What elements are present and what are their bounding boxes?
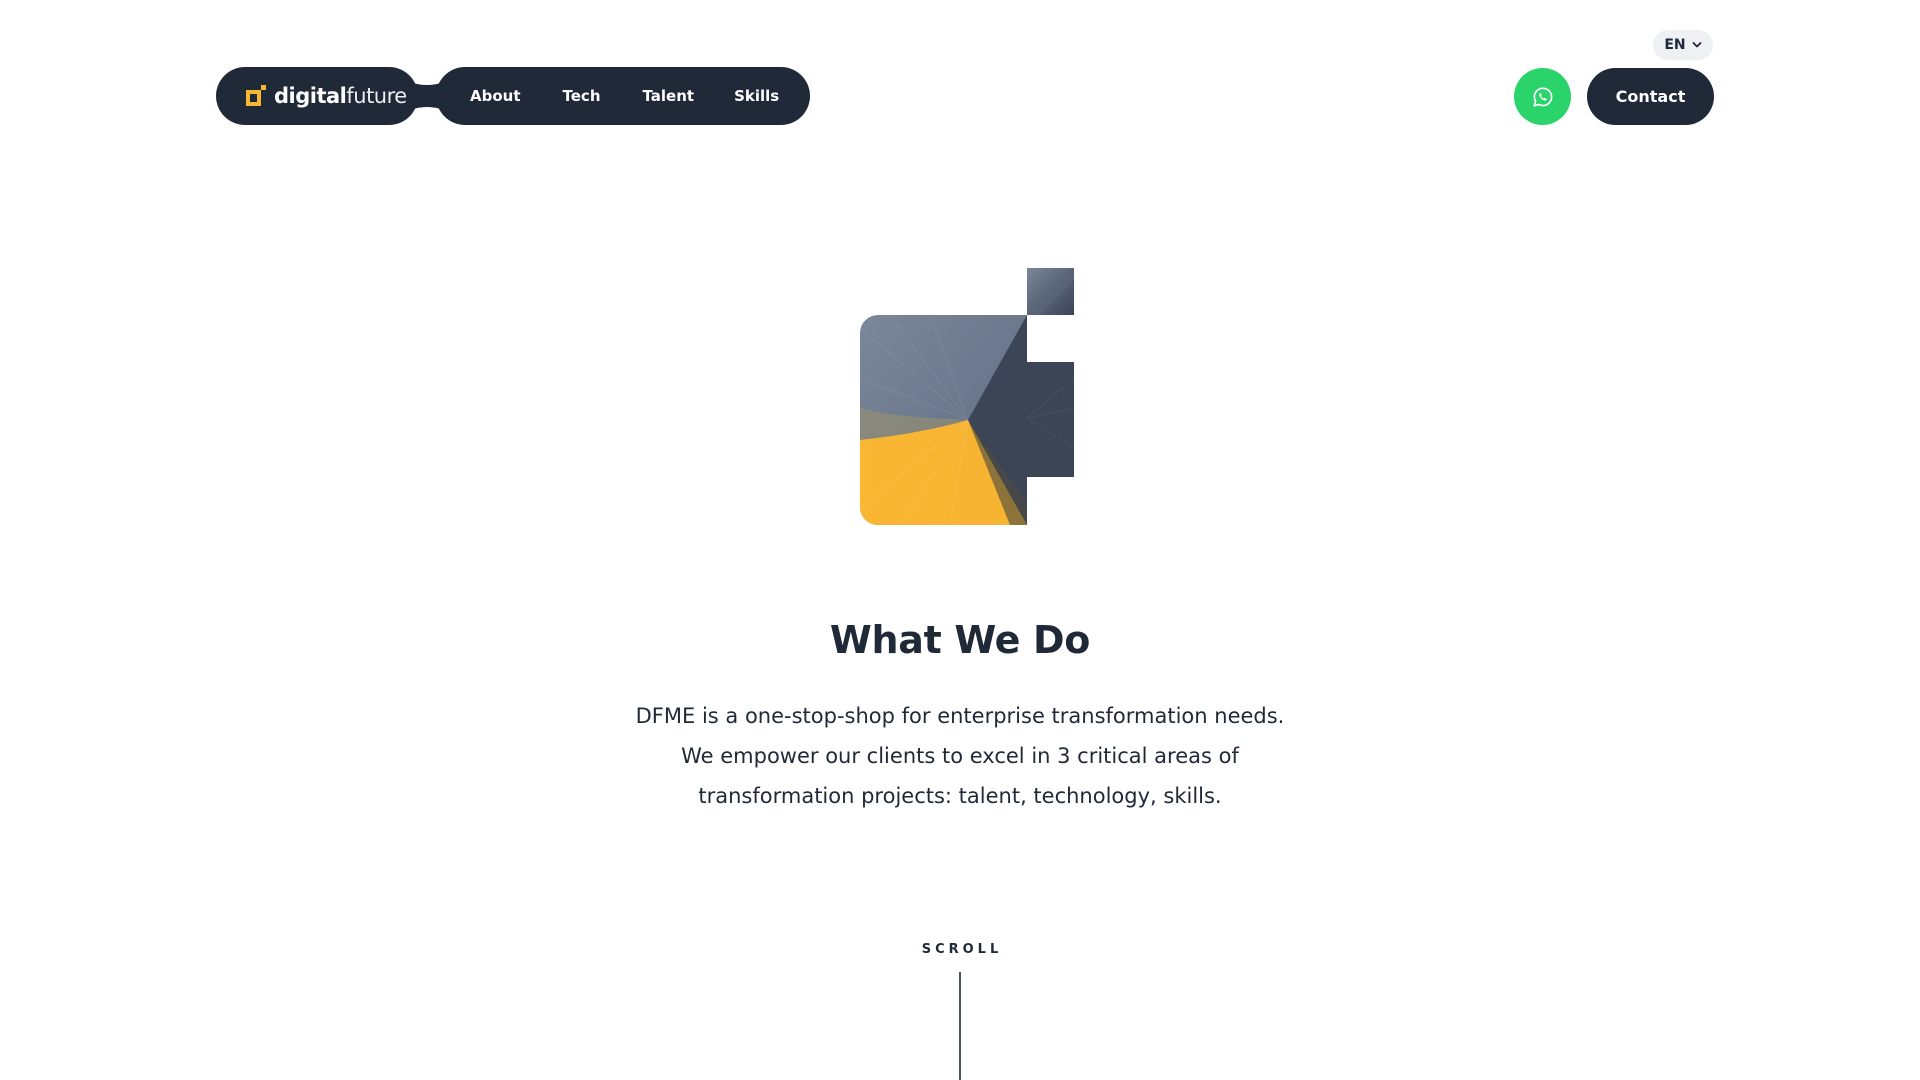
contact-button[interactable]: Contact <box>1587 68 1714 125</box>
description-line: transformation projects: talent, technol… <box>698 784 1222 808</box>
main-navigation: digitalfuture About Tech Talent Skills <box>216 67 810 125</box>
logo-icon <box>246 85 266 106</box>
description-line: DFME is a one-stop-shop for enterprise t… <box>635 704 1285 728</box>
page: EN digitalfuture About Tech Talent Skill… <box>0 0 1920 1080</box>
logo-link[interactable]: digitalfuture <box>246 67 407 125</box>
logo-text-part2: future <box>346 84 407 108</box>
section-description: DFME is a one-stop-shop for enterprise t… <box>560 696 1360 816</box>
description-line: We empower our clients to excel in 3 cri… <box>681 744 1239 768</box>
nav-link-tech[interactable]: Tech <box>563 87 601 105</box>
scroll-indicator-label: SCROLL <box>921 942 1003 957</box>
logo-text-part1: digital <box>274 84 347 108</box>
whatsapp-icon <box>1532 86 1552 107</box>
nav-link-skills[interactable]: Skills <box>734 87 779 105</box>
language-switcher[interactable]: EN <box>1653 30 1713 60</box>
nav-links: About Tech Talent Skills <box>466 67 779 125</box>
language-label: EN <box>1664 37 1686 53</box>
section-heading: What We Do <box>829 618 1091 662</box>
chevron-down-icon <box>1692 42 1702 48</box>
scroll-indicator-line <box>959 972 961 1080</box>
hero-logo-graphic <box>860 268 1075 525</box>
nav-link-about[interactable]: About <box>470 87 521 105</box>
whatsapp-button[interactable] <box>1514 68 1571 125</box>
nav-link-talent[interactable]: Talent <box>643 87 695 105</box>
logo-wordmark: digitalfuture <box>274 84 407 108</box>
